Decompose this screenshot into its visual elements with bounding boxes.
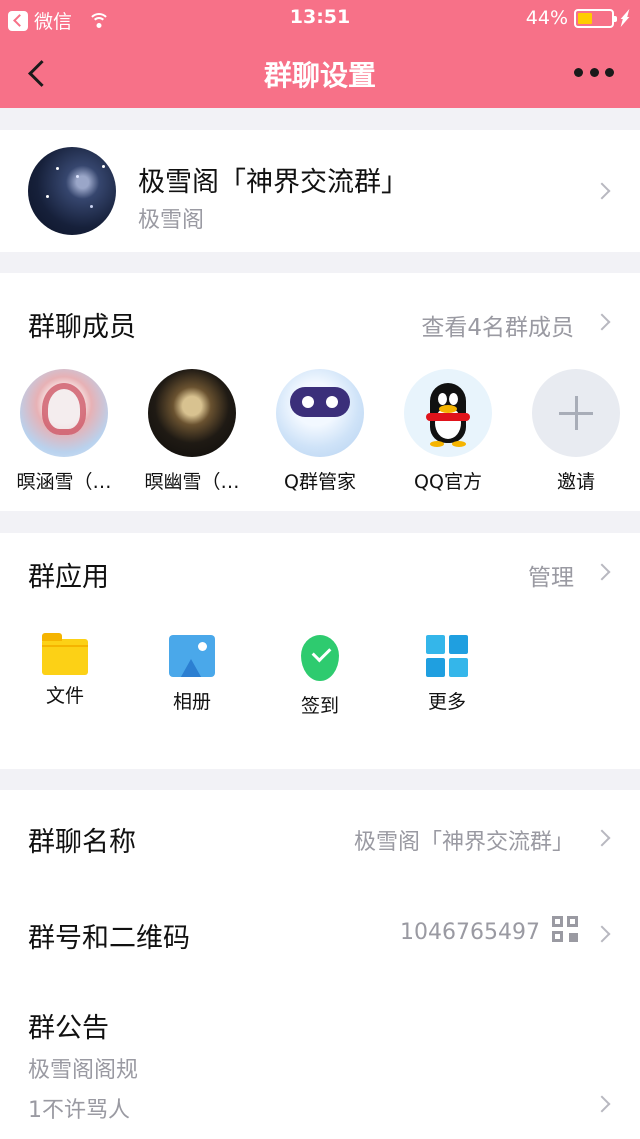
view-all-members-link[interactable]: 查看4名群成员: [421, 308, 574, 342]
group-subtitle: 极雪阁: [138, 208, 205, 233]
qq-penguin-avatar: [404, 369, 492, 457]
group-settings-card: 群聊名称 极雪阁「神界交流群」 群号和二维码 1046765497 群公告 极雪…: [0, 790, 640, 1139]
charging-icon: [620, 9, 630, 27]
app-label: 签到: [300, 695, 339, 717]
apps-title: 群应用: [28, 562, 109, 593]
plus-icon: [532, 369, 620, 457]
member-name: 暝幽雪（…: [144, 471, 240, 493]
chevron-right-icon[interactable]: [593, 313, 611, 331]
group-apps-card: 群应用 管理 文件 相册 签到 更多: [0, 533, 640, 769]
group-members-card: 群聊成员 查看4名群成员 暝涵雪（… 暝幽雪（… Q群管家 QQ官方 邀请: [0, 273, 640, 511]
group-name-label: 群聊名称: [28, 827, 136, 858]
app-more[interactable]: 更多: [397, 635, 497, 714]
member-name: 暝涵雪（…: [16, 471, 112, 493]
invite-label: 邀请: [556, 471, 595, 493]
app-album[interactable]: 相册: [142, 635, 242, 714]
battery-icon: [574, 8, 617, 28]
invite-member-button[interactable]: 邀请: [517, 369, 635, 494]
member-avatar: [148, 369, 236, 457]
member-name: Q群管家: [284, 471, 356, 493]
member-name: QQ官方: [414, 471, 482, 493]
chevron-right-icon[interactable]: [593, 563, 611, 581]
app-label: 文件: [45, 685, 84, 707]
folder-icon: [42, 633, 88, 675]
app-check-in[interactable]: 签到: [270, 635, 370, 718]
group-info-card[interactable]: 极雪阁「神界交流群」 极雪阁: [0, 130, 640, 252]
grid-more-icon: [426, 635, 468, 677]
chevron-right-icon: [593, 829, 611, 847]
battery-percent: 44%: [525, 7, 568, 29]
group-name: 极雪阁「神界交流群」: [138, 167, 408, 198]
member-item[interactable]: 暝幽雪（…: [133, 369, 251, 494]
app-label: 相册: [172, 691, 211, 713]
group-number-value: 1046765497: [400, 920, 540, 945]
status-bar: 微信 13:51 44%: [0, 0, 640, 36]
photo-album-icon: [169, 635, 215, 677]
app-label: 更多: [427, 691, 466, 713]
page-title: 群聊设置: [263, 59, 376, 92]
member-item[interactable]: Q群管家: [261, 369, 379, 494]
manage-apps-link[interactable]: 管理: [528, 558, 574, 592]
notice-line: 极雪阁阁规: [28, 1058, 139, 1083]
notice-line: 1不许骂人: [28, 1098, 130, 1123]
group-avatar: [28, 147, 116, 235]
group-number-label: 群号和二维码: [28, 923, 190, 954]
nav-bar: 群聊设置: [0, 40, 640, 106]
member-item[interactable]: 暝涵雪（…: [5, 369, 123, 494]
group-name-value: 极雪阁「神界交流群」: [353, 830, 574, 855]
chevron-right-icon: [593, 182, 611, 200]
member-avatar: [20, 369, 108, 457]
qr-code-icon: [552, 916, 578, 942]
app-files[interactable]: 文件: [15, 633, 115, 708]
top-bar: 微信 13:51 44% 群聊设置: [0, 0, 640, 108]
member-item[interactable]: QQ官方: [389, 369, 507, 494]
check-in-icon: [301, 635, 339, 681]
more-options-button[interactable]: [574, 68, 614, 78]
qq-group-manager-robot-avatar: [276, 369, 364, 457]
chevron-right-icon: [593, 925, 611, 943]
members-title: 群聊成员: [28, 312, 136, 343]
group-notice-label: 群公告: [28, 1013, 109, 1044]
chevron-right-icon: [593, 1095, 611, 1113]
